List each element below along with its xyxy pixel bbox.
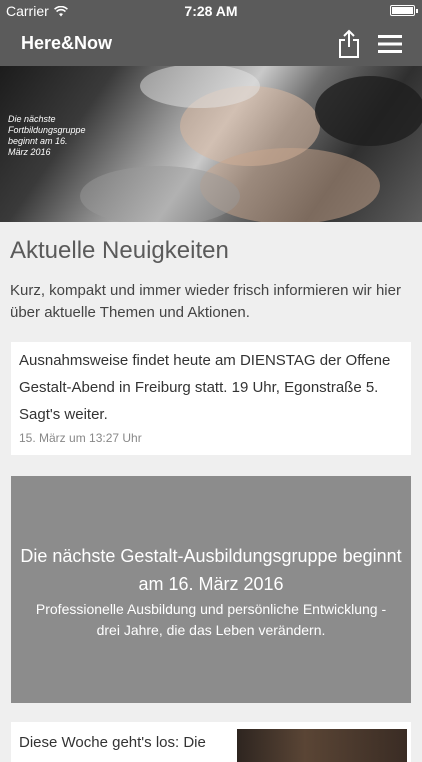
promo-subtitle: Professionelle Ausbildung und persönlich… [35,601,387,638]
hero-caption: Die nächste Fortbildungsgruppe beginnt a… [8,114,86,157]
app-title: Here&Now [21,33,113,53]
news-post-card-next[interactable]: Diese Woche geht's los: Die [11,722,411,762]
news-section-title: Aktuelle Neuigkeiten [10,237,229,264]
hero-image[interactable]: Die nächste Fortbildungsgruppe beginnt a… [0,66,422,222]
news-post-timestamp: 15. März um 13:27 Uhr [19,431,142,445]
news-post-text: Ausnahmsweise findet heute am DIENSTAG d… [19,352,391,423]
news-intro: Kurz, kompakt und immer wieder frisch in… [10,282,401,321]
share-icon[interactable] [336,29,362,59]
status-bar: Carrier 7:28 AM [0,0,422,22]
promo-banner[interactable]: Die nächste Gestalt-Ausbildungsgruppe be… [11,476,411,703]
battery-icon [390,5,418,16]
navigation-bar: Here&Now [0,22,422,66]
promo-headline: Die nächste Gestalt-Ausbildungsgruppe be… [20,546,402,594]
next-post-text: Diese Woche geht's los: Die [19,734,206,751]
hamburger-menu-icon[interactable] [377,32,403,56]
next-post-thumbnail [237,729,407,762]
status-time: 7:28 AM [184,3,238,19]
news-post-card[interactable]: Ausnahmsweise findet heute am DIENSTAG d… [11,342,411,455]
